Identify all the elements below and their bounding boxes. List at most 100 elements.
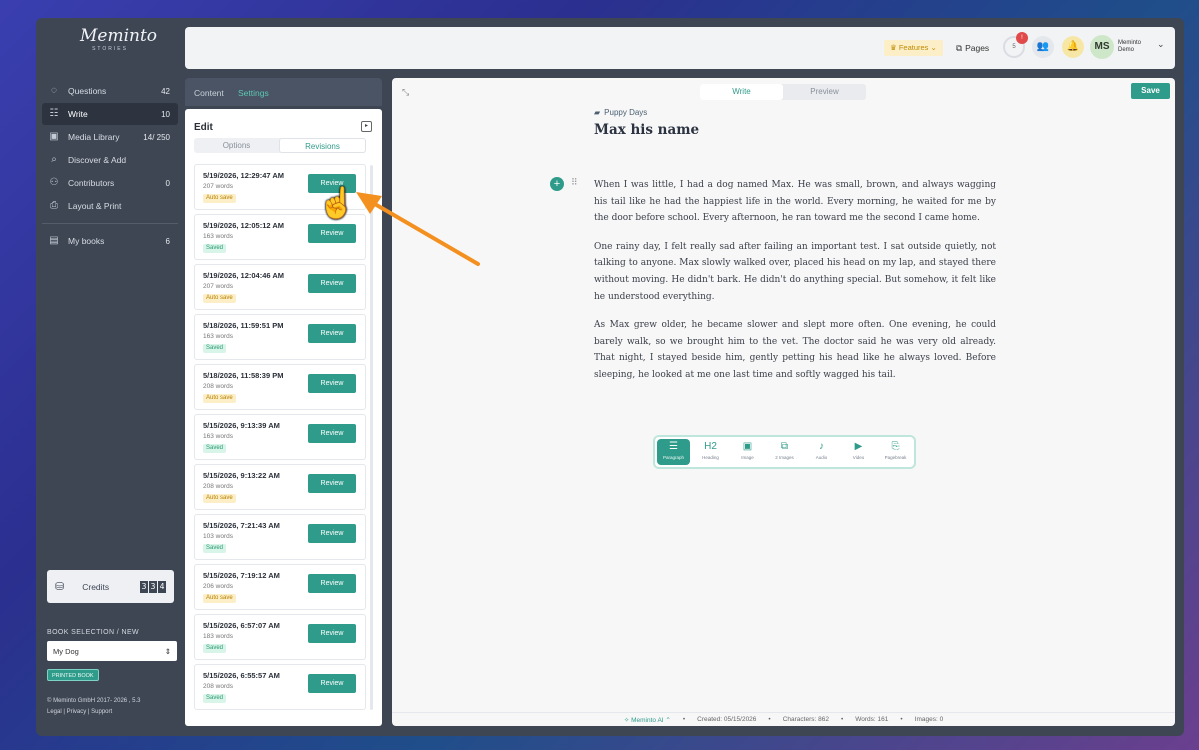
logo-sub: STORIES — [92, 46, 128, 52]
write-icon: ☷ — [49, 108, 59, 119]
review-button[interactable]: Review — [308, 274, 356, 293]
sidebar: Meminto STORIES ◌ Questions 42 ☷ Write 10… — [36, 18, 184, 736]
paragraph[interactable]: As Max grew older, he became slower and … — [594, 317, 996, 383]
tab-options[interactable]: Options — [194, 138, 279, 153]
revision-words: 183 words — [203, 633, 233, 640]
mic-icon: ♪ — [819, 441, 824, 452]
credits-counter: 3 3 4 — [140, 580, 166, 593]
block-2-images[interactable]: ⧉ 2 Images — [768, 439, 801, 465]
legal-link[interactable]: Legal — [47, 709, 62, 715]
copyright: © Meminto GmbH 2017- 2026 , 5.3 Legal | … — [47, 698, 141, 715]
sidebar-item-discover-add[interactable]: ⌕ Discover & Add — [42, 149, 178, 171]
two-images-icon: ⧉ — [780, 441, 789, 452]
review-button[interactable]: Review — [308, 324, 356, 343]
sidebar-item-label: Discover & Add — [68, 155, 127, 165]
review-button[interactable]: Review — [308, 474, 356, 493]
book-select[interactable]: My Dog ⇕ — [47, 641, 177, 661]
chat-icon: ◌ — [51, 85, 57, 96]
copyright-text: © Meminto GmbH 2017- 2026 , 5.3 — [47, 698, 141, 704]
add-block-button[interactable]: + — [550, 177, 564, 191]
credits-widget[interactable]: ⛁ Credits 3 3 4 — [47, 570, 174, 603]
block-video[interactable]: ▶ Video — [842, 439, 875, 465]
tab-preview[interactable]: Preview — [783, 84, 866, 100]
book-select-value: My Dog — [53, 646, 79, 656]
review-button[interactable]: Review — [308, 574, 356, 593]
chevron-down-icon[interactable]: ⌄ — [1157, 39, 1165, 50]
sidebar-item-label: Questions — [68, 86, 107, 96]
tab-revisions[interactable]: Revisions — [279, 138, 366, 153]
revision-list: 5/19/2026, 12:29:47 AM 207 words Auto sa… — [194, 164, 366, 714]
document-body[interactable]: When I was little, I had a dog named Max… — [594, 177, 996, 396]
block-label: Audio — [815, 455, 828, 460]
block-heading[interactable]: H2 Heading — [694, 439, 727, 465]
tab-content[interactable]: Content — [194, 88, 224, 98]
people-icon[interactable]: 👥 — [1032, 36, 1054, 58]
sidebar-item-questions[interactable]: ◌ Questions 42 — [42, 80, 178, 102]
sidebar-item-my-books[interactable]: ▤ My books 6 — [42, 230, 178, 252]
block-paragraph[interactable]: ☰ Paragraph — [657, 439, 690, 465]
page-title[interactable]: Max his name — [594, 122, 699, 138]
review-button[interactable]: Review — [308, 424, 356, 443]
tab-write[interactable]: Write — [700, 84, 783, 100]
sidebar-item-count: 10 — [161, 109, 170, 119]
status-badge: Saved — [203, 694, 227, 703]
review-button[interactable]: Review — [308, 374, 356, 393]
sidebar-item-layout-print[interactable]: ⎙ Layout & Print — [42, 195, 178, 217]
review-button[interactable]: Review — [308, 674, 356, 693]
sidebar-item-media-library[interactable]: ▣ Media Library 14/ 250 — [42, 126, 178, 148]
block-pagebreak[interactable]: ⎘ Pagebreak — [879, 439, 912, 465]
breadcrumb[interactable]: ▰ Puppy Days — [594, 108, 647, 117]
drag-handle-icon[interactable]: ⠿ — [571, 177, 578, 188]
block-audio[interactable]: ♪ Audio — [805, 439, 838, 465]
editor: ⤡ Write Preview Save ▰ Puppy Days Max hi… — [392, 78, 1175, 726]
sidebar-item-label: Contributors — [68, 178, 115, 188]
review-button[interactable]: Review — [308, 624, 356, 643]
paragraph[interactable]: When I was little, I had a dog named Max… — [594, 177, 996, 227]
review-button[interactable]: Review — [308, 224, 356, 243]
folder-icon: ▰ — [594, 108, 601, 117]
top-header: ♛ Features ⌄ ⧉ Pages 5 ! 👥 🔔 MS Meminto … — [185, 27, 1175, 69]
features-label: Features — [898, 43, 929, 52]
revision-words: 208 words — [203, 383, 233, 390]
bell-icon[interactable]: 🔔 — [1062, 36, 1084, 58]
revision-words: 208 words — [203, 483, 233, 490]
pages-button[interactable]: ⧉ Pages — [956, 40, 989, 56]
discover-icon: ⌕ — [51, 154, 57, 165]
meminto-ai-button[interactable]: ✧ Meminto AI ⌃ — [624, 716, 671, 724]
status-badge: Auto save — [203, 394, 236, 403]
print-icon: ⎙ — [50, 200, 58, 211]
revision-date: 5/19/2026, 12:05:12 AM — [203, 221, 285, 230]
logo[interactable]: Meminto STORIES — [80, 26, 157, 60]
sidebar-item-contributors[interactable]: ⚇ Contributors 0 — [42, 172, 178, 194]
review-button[interactable]: Review — [308, 524, 356, 543]
tab-settings[interactable]: Settings — [238, 88, 269, 98]
book-selection-title: BOOK SELECTION / NEW — [47, 629, 140, 636]
privacy-link[interactable]: Privacy — [67, 709, 87, 715]
support-link[interactable]: Support — [91, 709, 112, 715]
revision-date: 5/19/2026, 12:29:47 AM — [203, 171, 285, 180]
status-badge: Saved — [203, 444, 227, 453]
expand-icon[interactable]: ⤡ — [402, 87, 409, 98]
edit-title: Edit — [194, 122, 213, 133]
sidebar-item-write[interactable]: ☷ Write 10 — [42, 103, 178, 125]
annotation-arrow-icon — [356, 192, 480, 266]
status-badge: Saved — [203, 344, 227, 353]
paragraph[interactable]: One rainy day, I felt really sad after f… — [594, 239, 996, 305]
revision-date: 5/19/2026, 12:04:46 AM — [203, 271, 285, 280]
status-badge: Saved — [203, 244, 227, 253]
revision-words: 206 words — [203, 583, 233, 590]
save-button[interactable]: Save — [1131, 83, 1170, 99]
avatar[interactable]: MS — [1090, 35, 1114, 59]
media-icon: ▣ — [49, 131, 59, 142]
status-badge: Saved — [203, 644, 227, 653]
sidebar-item-count: 0 — [165, 178, 170, 188]
block-toolbar: ☰ Paragraph H2 Heading ▣ Image ⧉ 2 Images ♪ … — [653, 435, 916, 469]
user-name-line1: Meminto — [1118, 40, 1142, 46]
collapse-panel-icon[interactable]: ▸ — [361, 121, 372, 132]
block-image[interactable]: ▣ Image — [731, 439, 764, 465]
printed-book-button[interactable]: PRINTED BOOK — [47, 669, 99, 681]
status-badge: Saved — [203, 544, 227, 553]
block-label: Paragraph — [662, 455, 684, 460]
features-button[interactable]: ♛ Features ⌄ — [884, 40, 943, 56]
status-sep: • — [682, 716, 686, 723]
